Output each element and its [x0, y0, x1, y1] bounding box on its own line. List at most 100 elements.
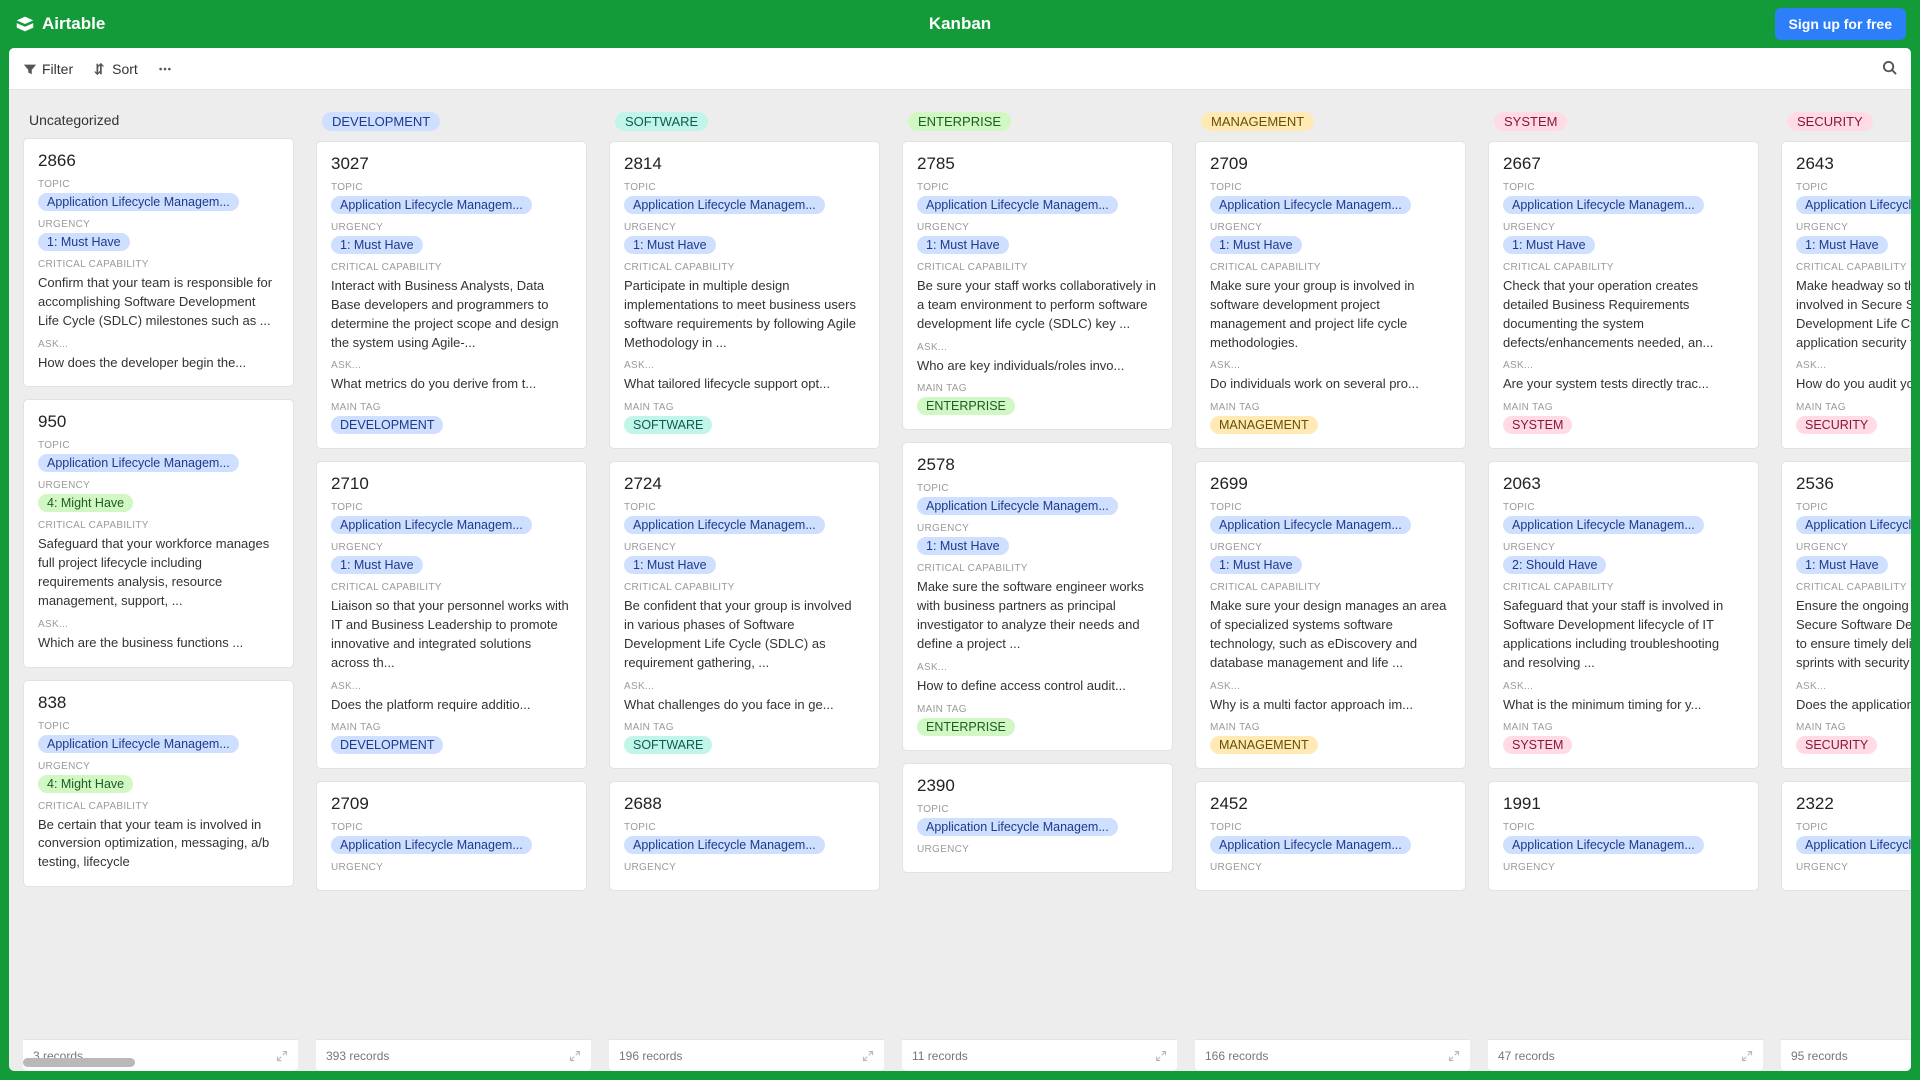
- column-cards[interactable]: 2785 TOPIC Application Lifecycle Managem…: [902, 141, 1177, 885]
- kanban-card[interactable]: 2785 TOPIC Application Lifecycle Managem…: [902, 141, 1173, 430]
- urgency-pill: 1: Must Have: [1796, 556, 1888, 574]
- field-label-capability: CRITICAL CAPABILITY: [1210, 582, 1451, 593]
- sort-icon: [93, 62, 107, 76]
- column-cards[interactable]: 2667 TOPIC Application Lifecycle Managem…: [1488, 141, 1763, 903]
- field-label-capability: CRITICAL CAPABILITY: [1210, 262, 1451, 273]
- ask-text: What challenges do you face in ge...: [624, 696, 865, 715]
- kanban-card[interactable]: 2688 TOPIC Application Lifecycle Managem…: [609, 781, 880, 891]
- field-label-topic: TOPIC: [1503, 182, 1744, 193]
- field-label-ask: ASK...: [38, 619, 279, 630]
- field-label-capability: CRITICAL CAPABILITY: [38, 520, 279, 531]
- topic-pill: Application Lifecycle Managem...: [331, 516, 532, 534]
- field-label-capability: CRITICAL CAPABILITY: [917, 262, 1158, 273]
- topic-pill: Application Lifecycle Managem...: [38, 454, 239, 472]
- column-title-pill: SECURITY: [1787, 112, 1873, 131]
- column-title-pill: DEVELOPMENT: [322, 112, 440, 131]
- column-header: MANAGEMENT: [1195, 104, 1470, 141]
- expand-icon[interactable]: [569, 1050, 581, 1062]
- field-label-capability: CRITICAL CAPABILITY: [38, 259, 279, 270]
- ask-text: What is the minimum timing for y...: [1503, 696, 1744, 715]
- expand-icon[interactable]: [862, 1050, 874, 1062]
- kanban-card[interactable]: 2667 TOPIC Application Lifecycle Managem…: [1488, 141, 1759, 449]
- field-label-ask: ASK...: [1210, 360, 1451, 371]
- ask-text: Does the platform require additio...: [331, 696, 572, 715]
- field-label-urgency: URGENCY: [38, 219, 279, 230]
- kanban-card[interactable]: 3027 TOPIC Application Lifecycle Managem…: [316, 141, 587, 449]
- kanban-card[interactable]: 2390 TOPIC Application Lifecycle Managem…: [902, 763, 1173, 873]
- urgency-pill: 1: Must Have: [38, 233, 130, 251]
- urgency-pill: 1: Must Have: [1796, 236, 1888, 254]
- card-id: 2536: [1796, 474, 1911, 494]
- kanban-card[interactable]: 2724 TOPIC Application Lifecycle Managem…: [609, 461, 880, 769]
- field-label-topic: TOPIC: [624, 502, 865, 513]
- field-label-tag: MAIN TAG: [1503, 722, 1744, 733]
- more-button[interactable]: [158, 62, 172, 76]
- field-label-urgency: URGENCY: [331, 222, 572, 233]
- column-cards[interactable]: 2814 TOPIC Application Lifecycle Managem…: [609, 141, 884, 903]
- signup-button[interactable]: Sign up for free: [1775, 8, 1906, 40]
- field-label-urgency: URGENCY: [624, 862, 865, 873]
- horizontal-scrollbar[interactable]: [23, 1058, 135, 1067]
- card-id: 2578: [917, 455, 1158, 475]
- expand-icon[interactable]: [276, 1050, 288, 1062]
- ask-text: Does the application security ensu...: [1796, 696, 1911, 715]
- kanban-card[interactable]: 2452 TOPIC Application Lifecycle Managem…: [1195, 781, 1466, 891]
- column-cards[interactable]: 3027 TOPIC Application Lifecycle Managem…: [316, 141, 591, 903]
- card-id: 2709: [331, 794, 572, 814]
- field-label-urgency: URGENCY: [624, 542, 865, 553]
- kanban-card[interactable]: 1991 TOPIC Application Lifecycle Managem…: [1488, 781, 1759, 891]
- topic-pill: Application Lifecycle Managem...: [331, 836, 532, 854]
- kanban-column: Uncategorized 2866 TOPIC Application Lif…: [23, 104, 298, 1071]
- capability-text: Ensure the ongoing management of a Secur…: [1796, 597, 1911, 672]
- search-button[interactable]: [1882, 60, 1897, 78]
- kanban-card[interactable]: 2710 TOPIC Application Lifecycle Managem…: [316, 461, 587, 769]
- sort-button[interactable]: Sort: [93, 61, 138, 77]
- column-cards[interactable]: 2643 TOPIC Application Lifecycle Managem…: [1781, 141, 1911, 903]
- field-label-topic: TOPIC: [38, 179, 279, 190]
- topic-pill: Application Lifecycle Managem...: [917, 818, 1118, 836]
- kanban-card[interactable]: 2643 TOPIC Application Lifecycle Managem…: [1781, 141, 1911, 449]
- kanban-card[interactable]: 2699 TOPIC Application Lifecycle Managem…: [1195, 461, 1466, 769]
- urgency-pill: 1: Must Have: [917, 236, 1009, 254]
- column-title-pill: MANAGEMENT: [1201, 112, 1314, 131]
- card-id: 2785: [917, 154, 1158, 174]
- kanban-card[interactable]: 2322 TOPIC Application Lifecycle Managem…: [1781, 781, 1911, 891]
- capability-text: Participate in multiple design implement…: [624, 277, 865, 352]
- kanban-card[interactable]: 950 TOPIC Application Lifecycle Managem.…: [23, 399, 294, 667]
- kanban-card[interactable]: 838 TOPIC Application Lifecycle Managem.…: [23, 680, 294, 888]
- main-tag-pill: SECURITY: [1796, 416, 1877, 434]
- field-label-topic: TOPIC: [1503, 502, 1744, 513]
- kanban-card[interactable]: 2063 TOPIC Application Lifecycle Managem…: [1488, 461, 1759, 769]
- column-cards[interactable]: 2866 TOPIC Application Lifecycle Managem…: [23, 138, 298, 899]
- kanban-card[interactable]: 2578 TOPIC Application Lifecycle Managem…: [902, 442, 1173, 750]
- expand-icon[interactable]: [1448, 1050, 1460, 1062]
- field-label-topic: TOPIC: [917, 804, 1158, 815]
- kanban-card[interactable]: 2709 TOPIC Application Lifecycle Managem…: [316, 781, 587, 891]
- kanban-card[interactable]: 2814 TOPIC Application Lifecycle Managem…: [609, 141, 880, 449]
- field-label-capability: CRITICAL CAPABILITY: [1796, 262, 1911, 273]
- column-footer: 196 records: [609, 1039, 884, 1071]
- field-label-urgency: URGENCY: [1503, 222, 1744, 233]
- main-tag-pill: SOFTWARE: [624, 416, 712, 434]
- field-label-topic: TOPIC: [1210, 182, 1451, 193]
- brand[interactable]: Airtable: [14, 13, 105, 35]
- field-label-ask: ASK...: [917, 662, 1158, 673]
- capability-text: Safeguard that your workforce manages fu…: [38, 535, 279, 610]
- expand-icon[interactable]: [1741, 1050, 1753, 1062]
- field-label-urgency: URGENCY: [1503, 862, 1744, 873]
- field-label-topic: TOPIC: [331, 822, 572, 833]
- column-cards[interactable]: 2709 TOPIC Application Lifecycle Managem…: [1195, 141, 1470, 903]
- field-label-topic: TOPIC: [1210, 502, 1451, 513]
- capability-text: Make sure your group is involved in soft…: [1210, 277, 1451, 352]
- kanban-card[interactable]: 2709 TOPIC Application Lifecycle Managem…: [1195, 141, 1466, 449]
- card-id: 2866: [38, 151, 279, 171]
- field-label-ask: ASK...: [1210, 681, 1451, 692]
- expand-icon[interactable]: [1155, 1050, 1167, 1062]
- topic-pill: Application Lifecycle Managem...: [1796, 196, 1911, 214]
- urgency-pill: 1: Must Have: [624, 556, 716, 574]
- capability-text: Confirm that your team is responsible fo…: [38, 274, 279, 331]
- filter-button[interactable]: Filter: [23, 61, 73, 77]
- kanban-card[interactable]: 2866 TOPIC Application Lifecycle Managem…: [23, 138, 294, 387]
- topic-pill: Application Lifecycle Managem...: [331, 196, 532, 214]
- kanban-card[interactable]: 2536 TOPIC Application Lifecycle Managem…: [1781, 461, 1911, 769]
